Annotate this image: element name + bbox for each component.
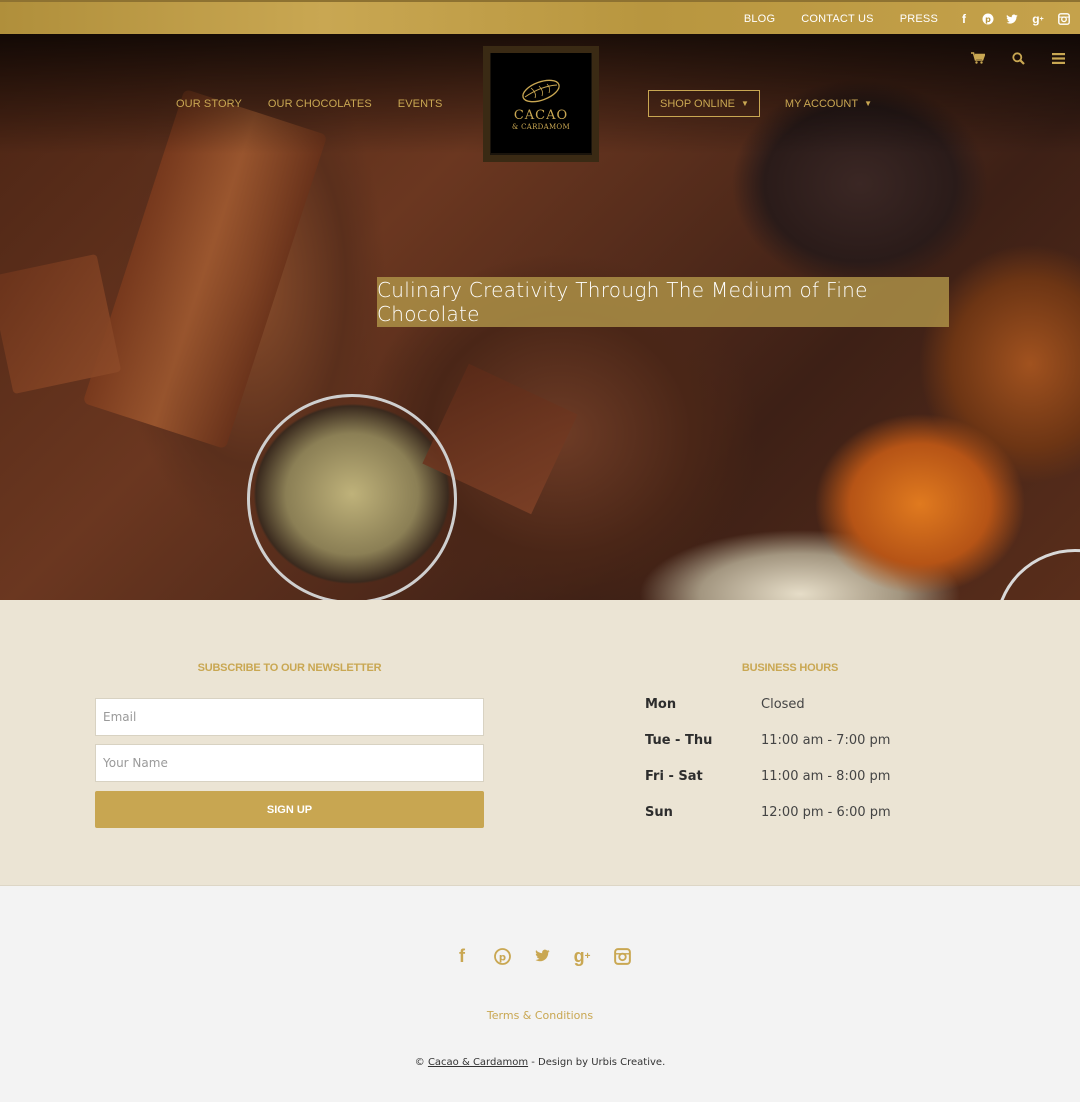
hours-row: Tue - Thu 11:00 am - 7:00 pm	[645, 730, 945, 750]
svg-text:p: p	[985, 15, 991, 24]
main-nav-left: OUR STORY OUR CHOCOLATES EVENTS	[176, 98, 468, 110]
svg-text:p: p	[498, 952, 505, 963]
my-account-label: MY ACCOUNT	[784, 97, 859, 110]
hours-time: 11:00 am - 8:00 pm	[761, 768, 891, 784]
logo-name: CACAO	[513, 107, 569, 123]
press-link[interactable]: PRESS	[900, 13, 938, 25]
sign-up-button[interactable]: SIGN UP	[95, 791, 484, 828]
my-account-menu[interactable]: MY ACCOUNT ▼	[785, 98, 872, 110]
facebook-icon[interactable]: f	[958, 12, 970, 26]
menu-icon[interactable]	[1050, 50, 1066, 66]
cart-icon[interactable]	[970, 50, 986, 66]
facebook-icon[interactable]: f	[452, 946, 472, 966]
hours-time: 12:00 pm - 6:00 pm	[761, 804, 891, 820]
hours-day: Mon	[645, 696, 677, 712]
design-credit: - Design by Urbis Creative.	[528, 1057, 666, 1068]
email-field[interactable]: Email	[95, 698, 484, 736]
header-icons	[946, 50, 1066, 66]
contact-us-link[interactable]: CONTACT US	[801, 13, 874, 25]
blog-link[interactable]: BLOG	[744, 13, 775, 25]
google-plus-icon[interactable]: g +	[572, 946, 592, 966]
footer-social-icons: f p g +	[452, 946, 652, 966]
pinterest-icon[interactable]: p	[982, 12, 994, 26]
twitter-icon[interactable]	[1006, 12, 1018, 26]
nav-our-chocolates[interactable]: OUR CHOCOLATES	[268, 98, 372, 110]
terms-link[interactable]: Terms & Conditions	[0, 1009, 1080, 1022]
copyright-symbol: ©	[414, 1057, 425, 1068]
hours-day: Fri - Sat	[645, 768, 703, 784]
copyright: © Cacao & Cardamom - Design by Urbis Cre…	[0, 1057, 1080, 1068]
brand-link[interactable]: Cacao & Cardamom	[428, 1057, 528, 1068]
name-field[interactable]: Your Name	[95, 744, 484, 782]
hours-row: Sun 12:00 pm - 6:00 pm	[645, 802, 945, 822]
top-links: BLOG CONTACT US PRESS f p g +	[744, 2, 1070, 36]
newsletter-title: SUBSCRIBE TO OUR NEWSLETTER	[197, 662, 382, 674]
search-icon[interactable]	[1010, 50, 1026, 66]
nav-our-story[interactable]: OUR STORY	[176, 98, 242, 110]
shop-online-label: SHOP ONLINE	[660, 97, 735, 110]
nav-events[interactable]: EVENTS	[398, 98, 443, 110]
cardamom-bowl-image	[247, 394, 457, 600]
instagram-icon[interactable]	[1058, 12, 1070, 26]
top-bar: BLOG CONTACT US PRESS f p g +	[0, 0, 1080, 34]
logo[interactable]: CACAO & CARDAMOM	[491, 53, 591, 153]
logo-subtitle: & CARDAMOM	[512, 122, 570, 131]
shop-online-button[interactable]: SHOP ONLINE ▼	[648, 90, 760, 117]
hours-day: Tue - Thu	[645, 732, 713, 748]
pinterest-icon[interactable]: p	[492, 946, 512, 966]
chocolate-piece-image	[0, 253, 122, 395]
hours-time: 11:00 am - 7:00 pm	[761, 732, 891, 748]
hero-tagline: Culinary Creativity Through The Medium o…	[377, 277, 949, 327]
google-plus-icon[interactable]: g +	[1030, 12, 1046, 26]
email-placeholder: Email	[103, 710, 137, 724]
chevron-down-icon: ▼	[741, 99, 749, 108]
business-hours-title: BUSINESS HOURS	[741, 662, 839, 674]
instagram-icon[interactable]	[612, 946, 632, 966]
hours-day: Sun	[645, 804, 673, 820]
hours-row: Fri - Sat 11:00 am - 8:00 pm	[645, 766, 945, 786]
cacao-pod-icon	[522, 79, 560, 102]
hours-time: Closed	[761, 696, 805, 712]
bowl-image	[995, 549, 1080, 600]
name-placeholder: Your Name	[103, 756, 168, 770]
twitter-icon[interactable]	[532, 946, 552, 966]
chevron-down-icon: ▼	[864, 99, 872, 108]
main-nav-right: SHOP ONLINE ▼ MY ACCOUNT ▼	[648, 90, 872, 117]
hours-row: Mon Closed	[645, 694, 945, 714]
